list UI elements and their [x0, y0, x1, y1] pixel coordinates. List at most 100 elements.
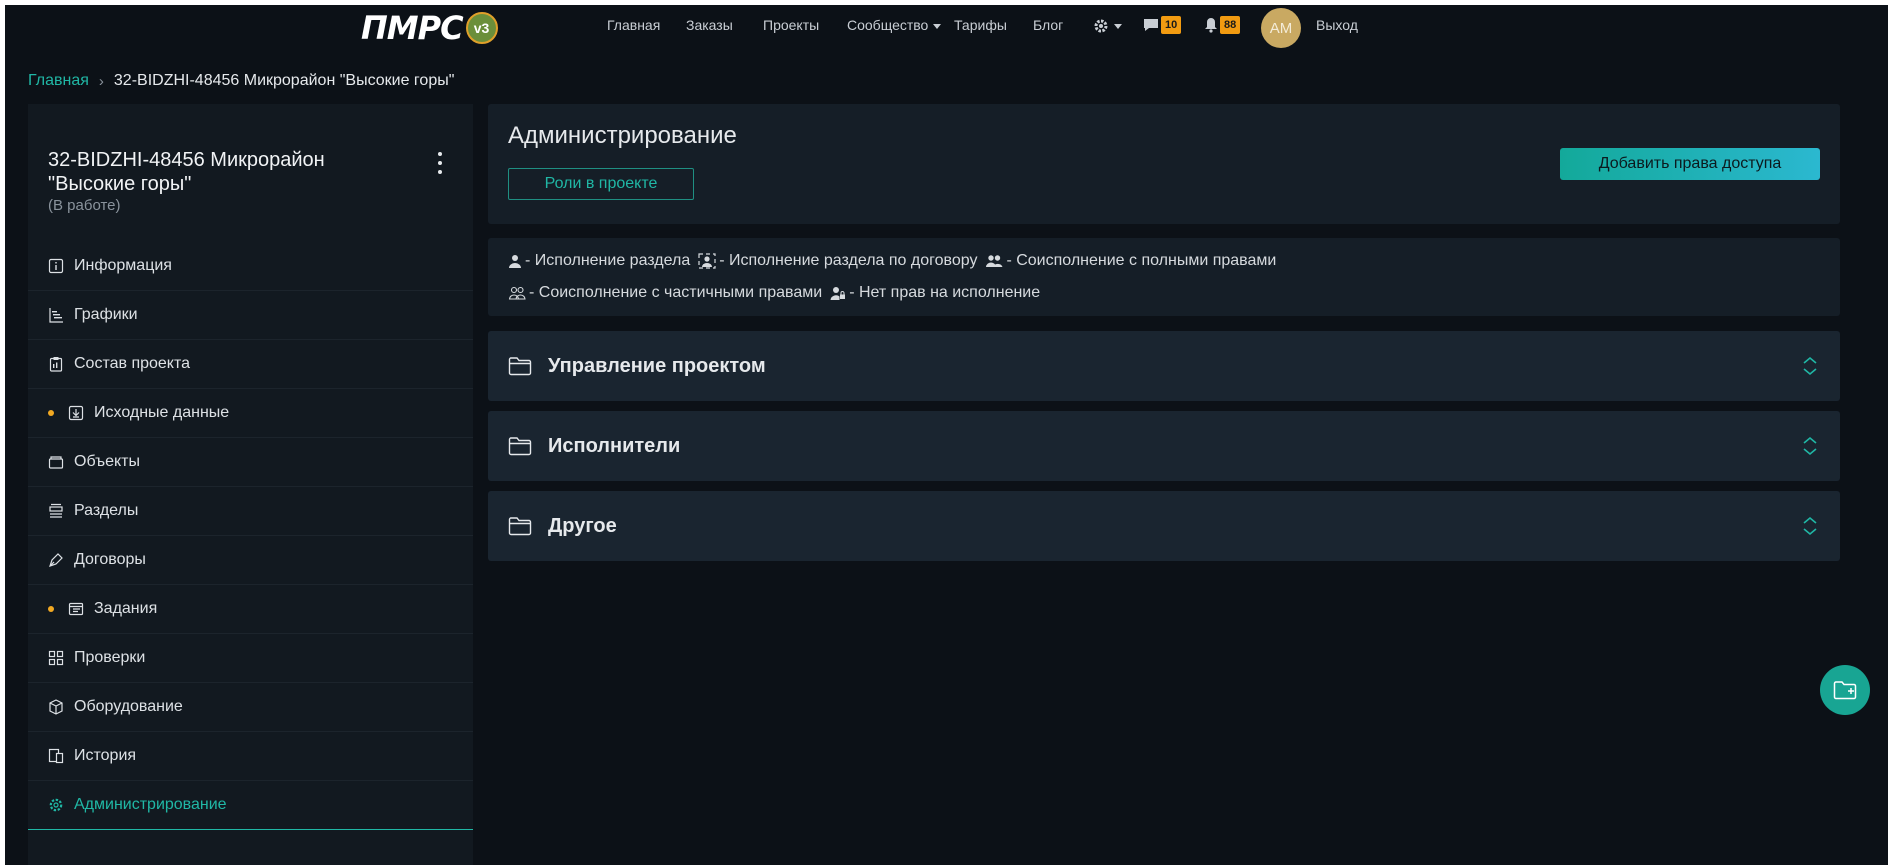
folder-plus-icon: [1833, 681, 1857, 700]
sidebar-item-charts[interactable]: Графики: [28, 291, 473, 340]
section-title: Исполнители: [548, 434, 681, 457]
project-roles-button[interactable]: Роли в проекте: [508, 168, 694, 200]
nav-blog[interactable]: Блог: [1033, 17, 1063, 33]
user-lock-icon: [830, 287, 846, 300]
pen-icon: [48, 552, 64, 568]
section-title: Другое: [548, 514, 617, 537]
nav-tariffs[interactable]: Тарифы: [954, 17, 1007, 33]
legend-row: - Соисполнение с частичными правами - Не…: [508, 284, 1048, 302]
legend-label: - Нет прав на исполнение: [849, 284, 1041, 301]
user-icon: [509, 255, 521, 268]
cube-icon: [48, 699, 64, 715]
nav-orders[interactable]: Заказы: [686, 17, 733, 33]
legend-row: - Исполнение раздела - Исполнение раздел…: [508, 252, 1284, 270]
legend-item: - Соисполнение с частичными правами: [508, 284, 822, 302]
add-access-button[interactable]: Добавить права доступа: [1560, 148, 1820, 180]
sidebar-item-history[interactable]: История: [28, 732, 473, 781]
sidebar-item-tasks[interactable]: Задания: [28, 585, 473, 634]
sidebar-item-equipment[interactable]: Оборудование: [28, 683, 473, 732]
window-icon: [68, 601, 84, 617]
legend-item: - Нет прав на исполнение: [830, 284, 1040, 302]
sidebar: 32-BIDZHI-48456 Микрорайон "Высокие горы…: [28, 104, 473, 868]
page-title: Администрирование: [508, 122, 737, 149]
sidebar-item-source-data[interactable]: Исходные данные: [28, 389, 473, 438]
sidebar-item-label: Задания: [94, 600, 158, 617]
nav-projects[interactable]: Проекты: [763, 17, 819, 33]
sidebar-item-label: Информация: [74, 257, 172, 274]
legend-item: - Соисполнение с полными правами: [985, 252, 1276, 270]
chat-icon: [1144, 19, 1158, 31]
legend-item: - Исполнение раздела: [508, 252, 690, 270]
users-outline-icon: [508, 286, 526, 300]
logout-link[interactable]: Выход: [1316, 17, 1358, 33]
users-icon: [986, 255, 1003, 267]
box-icon: [48, 454, 64, 470]
legend-label: - Исполнение раздела по договору: [719, 252, 978, 269]
expand-icon[interactable]: [1802, 436, 1818, 456]
chevron-down-icon: [1114, 23, 1122, 29]
notifications-badge: 88: [1220, 16, 1241, 34]
folder-icon: [508, 517, 532, 536]
download-box-icon: [68, 405, 84, 421]
gear-icon: [48, 797, 64, 813]
section-project-management[interactable]: Управление проектом: [488, 331, 1840, 401]
user-contract-icon: [698, 253, 716, 269]
messages-button[interactable]: 10: [1143, 16, 1182, 34]
sidebar-item-label: Исходные данные: [94, 404, 230, 421]
breadcrumb-home[interactable]: Главная: [28, 72, 89, 90]
legend-item: - Исполнение раздела по договору: [698, 252, 977, 270]
logo-text: ПМРС: [361, 9, 464, 47]
section-executors[interactable]: Исполнители: [488, 411, 1840, 481]
folder-icon: [508, 437, 532, 456]
sidebar-item-label: Графики: [74, 306, 138, 323]
sidebar-item-administration[interactable]: Администрирование: [28, 781, 473, 830]
rights-legend: - Исполнение раздела - Исполнение раздел…: [488, 238, 1840, 316]
expand-icon[interactable]: [1802, 356, 1818, 376]
gear-icon: [1094, 19, 1108, 33]
add-folder-button[interactable]: [1820, 665, 1870, 715]
sidebar-item-label: История: [74, 747, 137, 764]
logo[interactable]: ПМРС v3: [361, 12, 498, 44]
admin-header-panel: Администрирование Роли в проекте Добавит…: [488, 104, 1840, 224]
sidebar-item-project-composition[interactable]: Состав проекта: [28, 340, 473, 389]
notifications-button[interactable]: 88: [1204, 16, 1241, 34]
legend-label: - Исполнение раздела: [525, 252, 691, 269]
status-dot: [48, 410, 54, 416]
messages-badge: 10: [1161, 16, 1182, 34]
breadcrumb: Главная › 32-BIDZHI-48456 Микрорайон "Вы…: [28, 72, 454, 90]
devices-icon: [48, 748, 64, 764]
grid-icon: [48, 650, 64, 666]
legend-label: - Соисполнение с полными правами: [1006, 252, 1277, 269]
sidebar-menu: Информация Графики Состав проекта Исходн…: [28, 242, 473, 830]
expand-icon[interactable]: [1802, 516, 1818, 536]
settings-menu[interactable]: [1093, 18, 1122, 34]
legend-label: - Соисполнение с частичными правами: [529, 284, 823, 301]
breadcrumb-current: 32-BIDZHI-48456 Микрорайон "Высокие горы…: [113, 72, 455, 89]
nav-home[interactable]: Главная: [607, 17, 660, 33]
more-options-icon[interactable]: [436, 152, 444, 174]
nav-community-label: Сообщество: [847, 17, 929, 33]
sidebar-item-sections[interactable]: Разделы: [28, 487, 473, 536]
avatar[interactable]: АМ: [1261, 8, 1301, 48]
status-dot: [48, 606, 54, 612]
top-navbar: ПМРС v3 Главная Заказы Проекты Сообществ…: [0, 0, 1891, 56]
sidebar-item-label: Проверки: [74, 649, 146, 666]
chevron-down-icon: [933, 23, 942, 29]
section-other[interactable]: Другое: [488, 491, 1840, 561]
sidebar-item-label: Администрирование: [74, 796, 227, 813]
sidebar-item-info[interactable]: Информация: [28, 242, 473, 291]
sidebar-item-label: Состав проекта: [74, 355, 191, 372]
project-title: 32-BIDZHI-48456 Микрорайон "Высокие горы…: [48, 149, 325, 195]
gantt-icon: [48, 307, 64, 323]
sidebar-item-checks[interactable]: Проверки: [28, 634, 473, 683]
folder-icon: [508, 357, 532, 376]
sidebar-item-contracts[interactable]: Договоры: [28, 536, 473, 585]
nav-community[interactable]: Сообщество: [847, 17, 942, 33]
sidebar-item-label: Договоры: [74, 551, 146, 568]
project-status: (В работе): [48, 197, 121, 214]
section-title: Управление проектом: [548, 354, 766, 377]
version-badge: v3: [465, 12, 498, 44]
info-icon: [48, 258, 64, 274]
sidebar-item-objects[interactable]: Объекты: [28, 438, 473, 487]
clipboard-icon: [48, 356, 64, 372]
